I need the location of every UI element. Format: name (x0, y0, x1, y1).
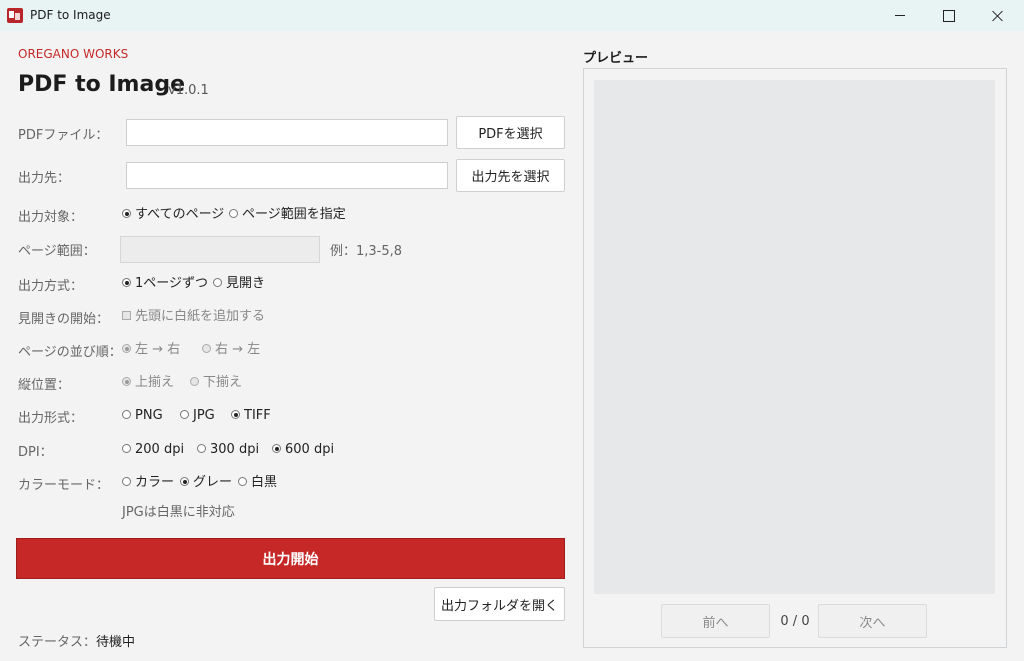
app-pdf-icon (7, 8, 23, 23)
page-count: 0 / 0 (780, 614, 810, 629)
format-png-radio[interactable]: PNG (122, 407, 163, 425)
page-range-label: ページ範囲： (18, 244, 96, 259)
color-mode-color-radio[interactable]: カラー (122, 474, 174, 492)
output-dir-label: 出力先： (18, 171, 71, 186)
open-output-folder-button[interactable]: 出力フォルダを開く (434, 587, 565, 621)
target-label: 出力対象： (18, 210, 84, 225)
color-mode-label: カラーモード： (18, 478, 110, 493)
mode-label: 出力方式： (18, 279, 84, 294)
window-title: PDF to Image (30, 8, 111, 22)
select-pdf-button[interactable]: PDFを選択 (456, 116, 565, 149)
format-label: 出力形式： (18, 411, 84, 426)
app-title: PDF to Image (18, 72, 185, 97)
target-all-pages-radio[interactable]: すべてのページ (122, 206, 224, 224)
dpi-300-radio[interactable]: 300 dpi (197, 441, 259, 459)
mode-spread-radio[interactable]: 見開き (213, 275, 265, 293)
order-left-to-right-radio[interactable]: 左 → 右 (122, 341, 180, 359)
dpi-600-radio[interactable]: 600 dpi (272, 441, 334, 459)
page-order-label: ページの並び順： (18, 345, 122, 360)
mode-single-page-radio[interactable]: 1ページずつ (122, 275, 208, 293)
pdf-file-input[interactable] (126, 119, 448, 146)
minimize-icon[interactable] (877, 0, 923, 31)
dpi-200-radio[interactable]: 200 dpi (122, 441, 184, 459)
brand-label: OREGANO WORKS (18, 47, 129, 61)
maximize-icon[interactable] (925, 0, 971, 31)
pdf-file-label: PDFファイル： (18, 128, 109, 143)
dpi-label: DPI： (18, 445, 53, 460)
color-mode-gray-radio[interactable]: グレー (180, 474, 232, 492)
order-right-to-left-radio[interactable]: 右 → 左 (202, 341, 260, 359)
format-jpg-radio[interactable]: JPG (180, 407, 215, 425)
page-range-input[interactable] (120, 236, 320, 263)
close-icon[interactable] (975, 0, 1021, 31)
next-page-button[interactable]: 次へ (818, 604, 927, 638)
status-label: ステータス： (18, 635, 97, 650)
prev-page-button[interactable]: 前へ (661, 604, 770, 638)
format-tiff-radio[interactable]: TIFF (231, 407, 271, 425)
app-version: v1.0.1 (168, 83, 209, 98)
vertical-align-label: 縦位置： (18, 378, 71, 393)
align-top-radio[interactable]: 上揃え (122, 374, 174, 392)
color-mode-note: JPGは白黒に非対応 (122, 505, 235, 520)
spread-start-label: 見開きの開始： (18, 312, 110, 327)
page-range-hint: 例：1,3-5,8 (330, 244, 403, 259)
preview-image-area (594, 80, 995, 594)
add-blank-page-checkbox[interactable]: 先頭に白紙を追加する (122, 308, 265, 326)
target-page-range-radio[interactable]: ページ範囲を指定 (229, 206, 346, 224)
title-bar: PDF to Image (0, 0, 1024, 31)
preview-label: プレビュー (583, 51, 649, 66)
start-export-button[interactable]: 出力開始 (16, 538, 565, 579)
select-output-dir-button[interactable]: 出力先を選択 (456, 159, 565, 192)
color-mode-bw-radio[interactable]: 白黒 (238, 474, 277, 492)
output-dir-input[interactable] (126, 162, 448, 189)
align-bottom-radio[interactable]: 下揃え (190, 374, 242, 392)
status-value: 待機中 (96, 635, 136, 650)
